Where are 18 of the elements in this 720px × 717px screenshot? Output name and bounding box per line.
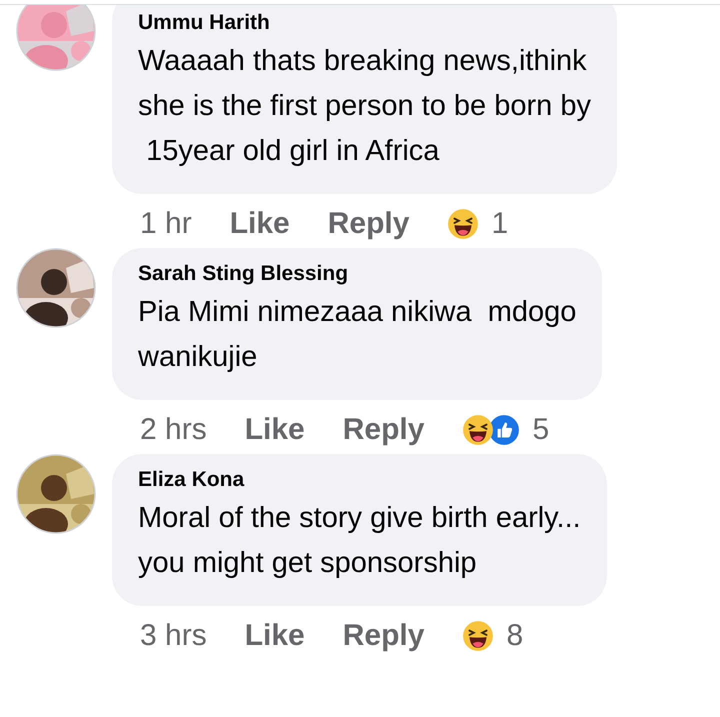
author-name[interactable]: Ummu Harith	[138, 11, 591, 35]
author-name[interactable]: Eliza Kona	[138, 468, 581, 492]
reaction-count: 5	[532, 413, 550, 447]
timestamp: 2 hrs	[140, 413, 207, 447]
reaction-count: 1	[491, 207, 508, 241]
comment-text: Moral of the story give birth early... you might get sponsorship	[138, 501, 581, 581]
like-button[interactable]: Like	[230, 207, 290, 241]
comment-text: Pia Mimi nimezaaa nikiwa mdogo wanikujie	[138, 295, 576, 375]
reaction-count: 8	[506, 619, 524, 653]
timestamp: 1 hr	[140, 207, 192, 241]
reply-button[interactable]: Reply	[328, 207, 410, 241]
like-button[interactable]: Like	[244, 619, 305, 653]
reply-button[interactable]: Reply	[342, 619, 424, 653]
reply-button[interactable]: Reply	[342, 413, 424, 447]
timestamp: 3 hrs	[140, 619, 207, 653]
comment-text: Waaaah thats breaking news,ithink she is the first person to be born by 15year old girl in Africa	[138, 44, 591, 169]
author-name[interactable]: Sarah Sting Blessing	[138, 262, 576, 286]
like-button[interactable]: Like	[244, 413, 305, 447]
